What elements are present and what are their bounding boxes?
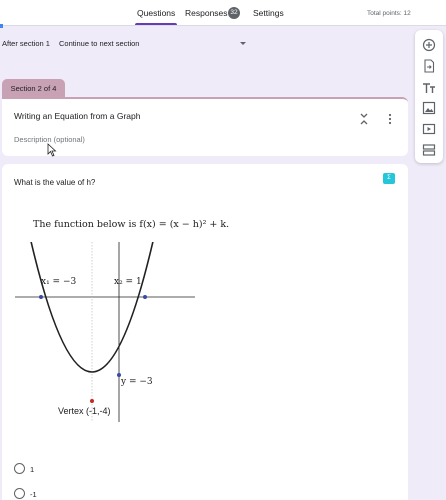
- y-intercept-label: y = −3: [120, 377, 153, 387]
- question-image: x₁ = −3 x₂ = 1 y = −3 Vertex (-1,-4): [15, 242, 195, 422]
- import-questions-icon[interactable]: [422, 59, 436, 73]
- section-header-card[interactable]: Writing an Equation from a Graph Descrip…: [2, 97, 408, 156]
- add-question-icon[interactable]: [422, 38, 436, 52]
- dropdown-caret-icon[interactable]: [240, 42, 246, 45]
- after-section-label: After section 1: [2, 39, 50, 48]
- x1-label: x₁ = −3: [41, 277, 76, 287]
- root-point-1: [39, 295, 43, 299]
- option-1[interactable]: 1: [14, 463, 134, 477]
- vertex-label: Vertex (-1,-4): [58, 406, 111, 416]
- formula-icon[interactable]: Σ: [383, 173, 395, 184]
- tab-responses[interactable]: Responses: [185, 8, 228, 18]
- section-tab: Section 2 of 4: [2, 79, 65, 98]
- after-section-select[interactable]: Continue to next section: [59, 39, 139, 48]
- floating-toolbar: [415, 30, 443, 163]
- radio-button[interactable]: [14, 488, 25, 499]
- option-label[interactable]: -1: [30, 490, 37, 499]
- option-2[interactable]: -1: [14, 488, 134, 500]
- tab-settings[interactable]: Settings: [253, 8, 284, 18]
- question-card[interactable]: What is the value of h? Σ The function b…: [2, 164, 408, 500]
- top-tab-bar: Questions Responses 32 Settings Total po…: [0, 0, 446, 26]
- total-points: Total points: 12: [367, 10, 411, 17]
- collapse-section-icon[interactable]: [359, 113, 369, 125]
- mouse-cursor-icon: [47, 143, 57, 157]
- tab-questions[interactable]: Questions: [134, 8, 178, 25]
- responses-count-badge: 32: [228, 7, 240, 19]
- x2-label: x₂ = 1: [114, 277, 142, 287]
- question-text[interactable]: What is the value of h?: [14, 178, 95, 187]
- add-section-icon[interactable]: [422, 143, 436, 157]
- after-section-row: After section 1 Continue to next section: [0, 36, 260, 50]
- more-options-icon[interactable]: [386, 113, 394, 125]
- section-title[interactable]: Writing an Equation from a Graph: [14, 111, 140, 121]
- option-label[interactable]: 1: [30, 465, 34, 474]
- add-image-icon[interactable]: [422, 101, 436, 115]
- vertex-point: [90, 399, 94, 403]
- root-point-2: [143, 295, 147, 299]
- add-title-icon[interactable]: [422, 81, 436, 95]
- add-video-icon[interactable]: [422, 122, 436, 136]
- progress-accent: [0, 24, 3, 28]
- radio-button[interactable]: [14, 463, 25, 474]
- function-text: The function below is f(x) = (x − h)² + …: [33, 219, 230, 230]
